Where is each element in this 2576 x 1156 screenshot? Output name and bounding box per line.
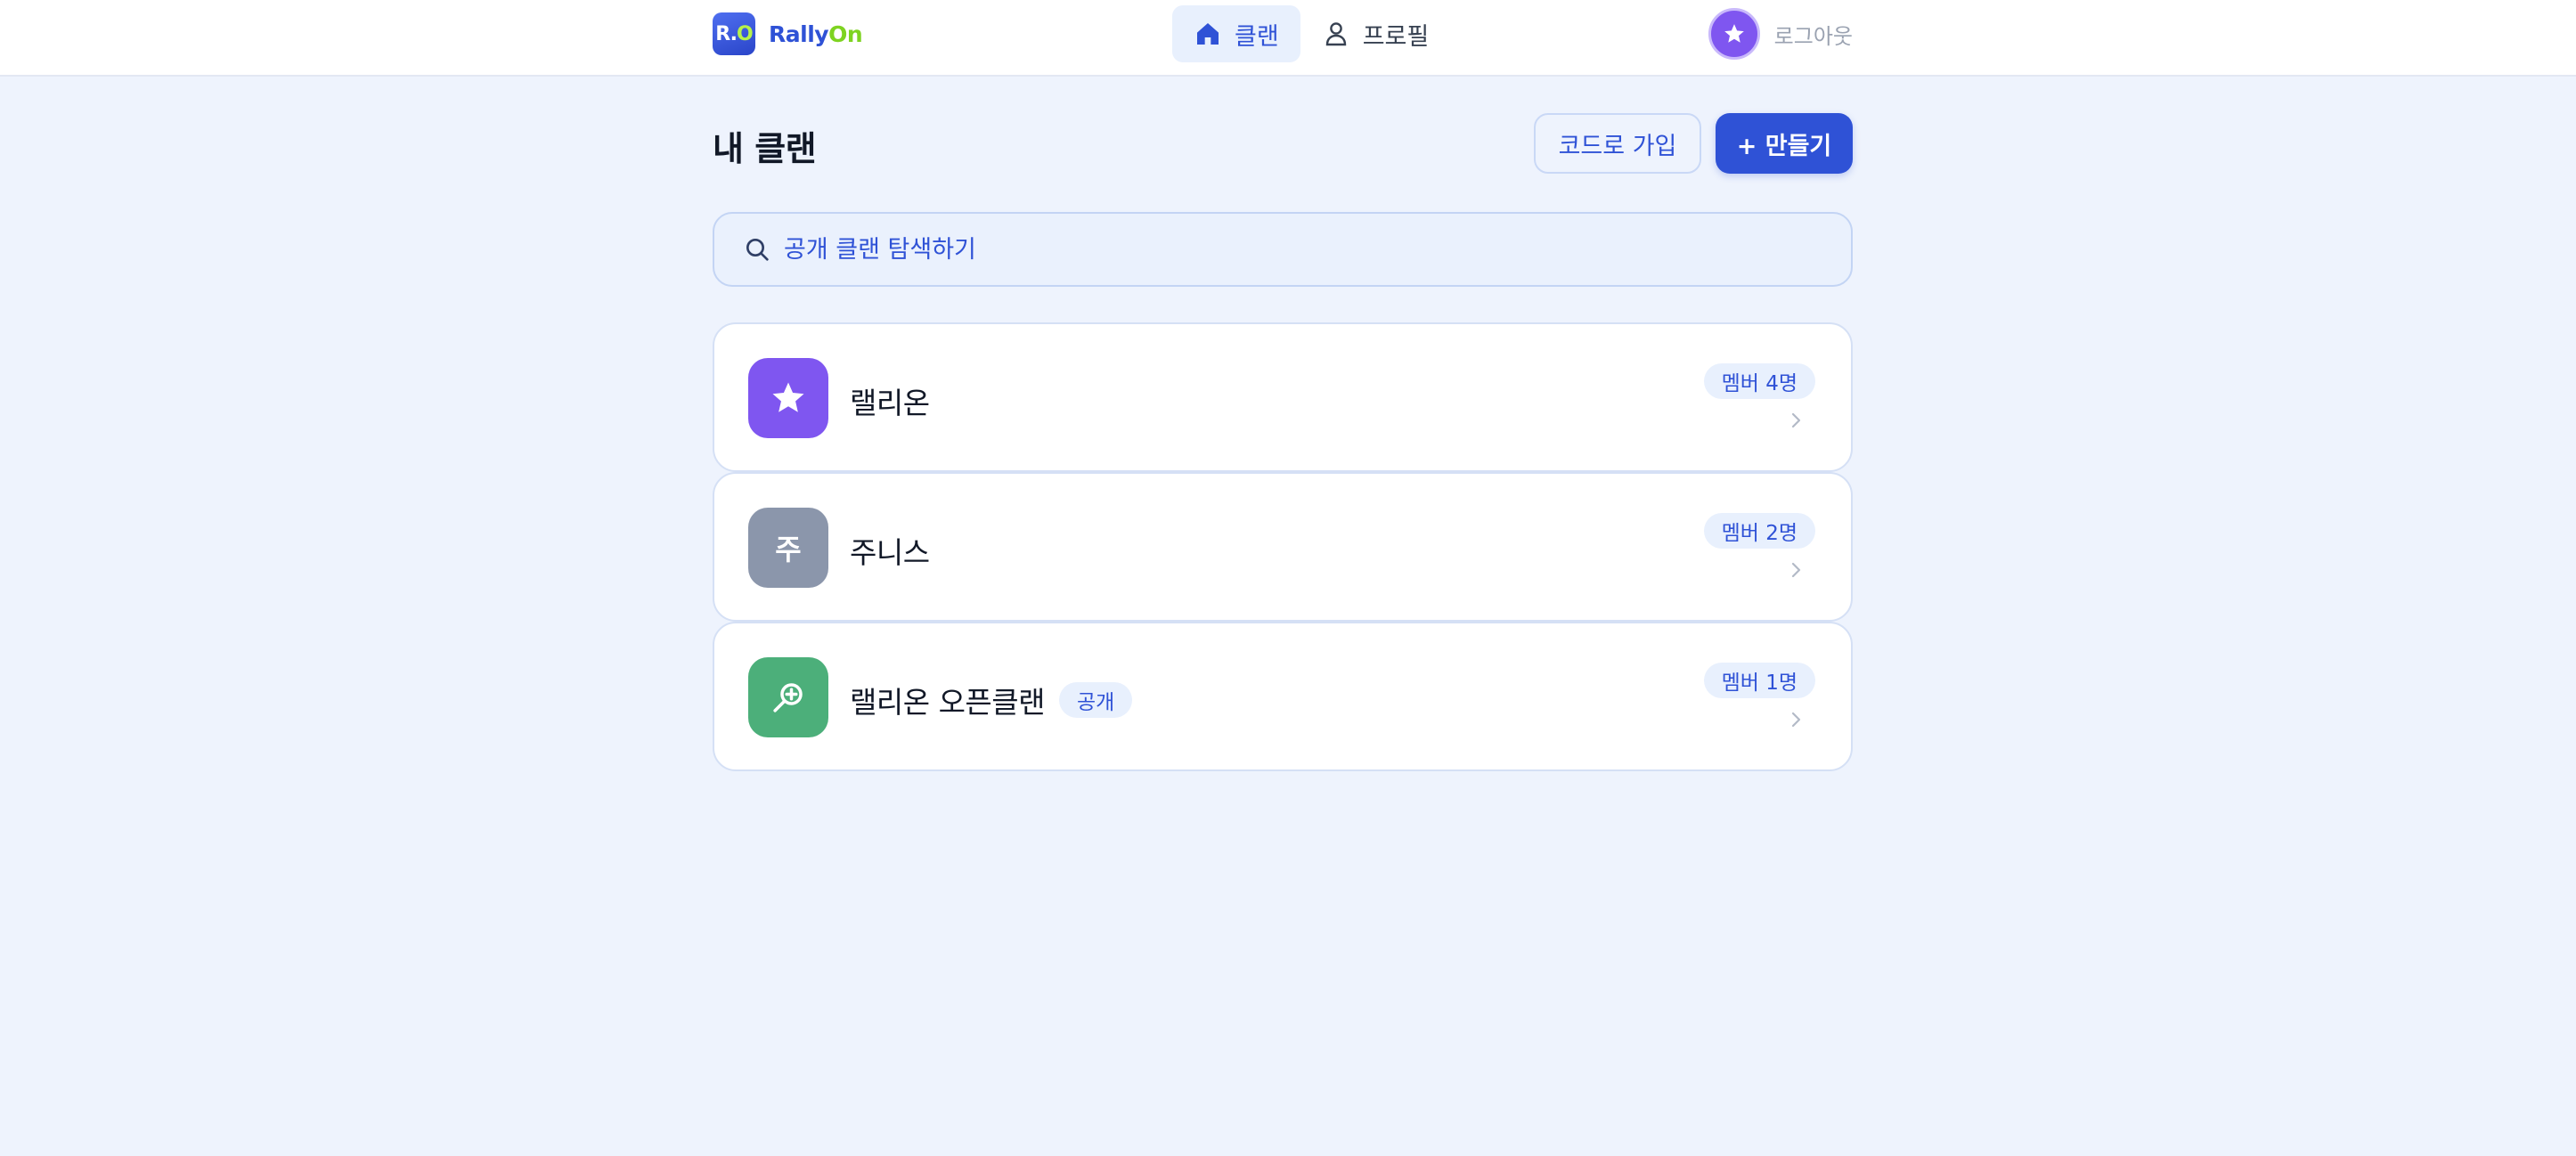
- member-count-badge: 멤버 2명: [1703, 513, 1815, 549]
- clan-card[interactable]: 랠리온 멤버 4명: [713, 322, 1853, 472]
- logout-link[interactable]: 로그아웃: [1774, 19, 1853, 50]
- nav-item-profile[interactable]: 프로필: [1300, 5, 1451, 62]
- clan-name-row: 랠리온 오픈클랜 공개: [850, 679, 1133, 721]
- chevron-right-icon: [1791, 712, 1801, 728]
- member-count-badge: 멤버 1명: [1703, 663, 1815, 698]
- main-content: 내 클랜 코드로 가입 + 만들기 랠리온 멤버 4명: [713, 77, 1853, 771]
- brand-logo: R. O: [713, 12, 755, 55]
- page-header: 내 클랜 코드로 가입 + 만들기: [713, 77, 1853, 212]
- public-badge: 공개: [1059, 682, 1133, 718]
- nav-item-clan[interactable]: 클랜: [1172, 5, 1300, 62]
- search-bar[interactable]: [713, 212, 1853, 287]
- brand-name: RallyOn: [769, 20, 863, 47]
- brand-name-main: Rally: [769, 20, 829, 47]
- brand-name-accent: On: [828, 20, 863, 47]
- user-icon: [1325, 22, 1346, 46]
- clan-card[interactable]: 주 주니스 멤버 2명: [713, 472, 1853, 622]
- clan-avatar: 주: [748, 508, 828, 588]
- star-icon: [772, 382, 804, 412]
- clan-name-row: 주니스: [850, 529, 930, 572]
- chevron-right-icon: [1791, 562, 1801, 578]
- create-clan-button[interactable]: + 만들기: [1716, 113, 1853, 174]
- chevron-right-icon: [1791, 412, 1801, 428]
- top-navigation-bar: R. O RallyOn 클랜 프로필 로그아웃: [0, 0, 2576, 77]
- clan-list: 랠리온 멤버 4명 주 주니스 멤버 2명 랠리온 오픈클랜 공개 멤버 1명: [713, 322, 1853, 771]
- user-avatar[interactable]: [1708, 8, 1760, 60]
- clan-card[interactable]: 랠리온 오픈클랜 공개 멤버 1명: [713, 622, 1853, 771]
- main-nav: 클랜 프로필: [1172, 5, 1450, 62]
- nav-item-label: 클랜: [1235, 22, 1279, 51]
- clan-name-row: 랠리온: [850, 379, 930, 422]
- home-icon: [1197, 23, 1219, 45]
- user-area: 로그아웃: [1708, 7, 1853, 61]
- clan-avatar-initial: 주: [775, 533, 802, 566]
- join-by-code-button[interactable]: 코드로 가입: [1534, 113, 1701, 174]
- search-icon: [746, 239, 769, 261]
- search-input[interactable]: [784, 235, 1764, 264]
- nav-item-label: 프로필: [1362, 22, 1430, 51]
- page-title: 내 클랜: [713, 129, 817, 168]
- clan-avatar: [748, 657, 828, 737]
- clan-name: 랠리온: [850, 386, 930, 420]
- clan-name: 주니스: [850, 535, 930, 570]
- search-plus-icon: [773, 683, 803, 712]
- brand[interactable]: R. O RallyOn: [713, 12, 863, 55]
- brand-logo-accent: O: [737, 22, 754, 45]
- star-icon: [1724, 24, 1744, 43]
- clan-avatar: [748, 358, 828, 438]
- clan-name: 랠리온 오픈클랜: [850, 685, 1046, 720]
- member-count-badge: 멤버 4명: [1703, 363, 1815, 399]
- brand-logo-text: R.: [715, 22, 738, 45]
